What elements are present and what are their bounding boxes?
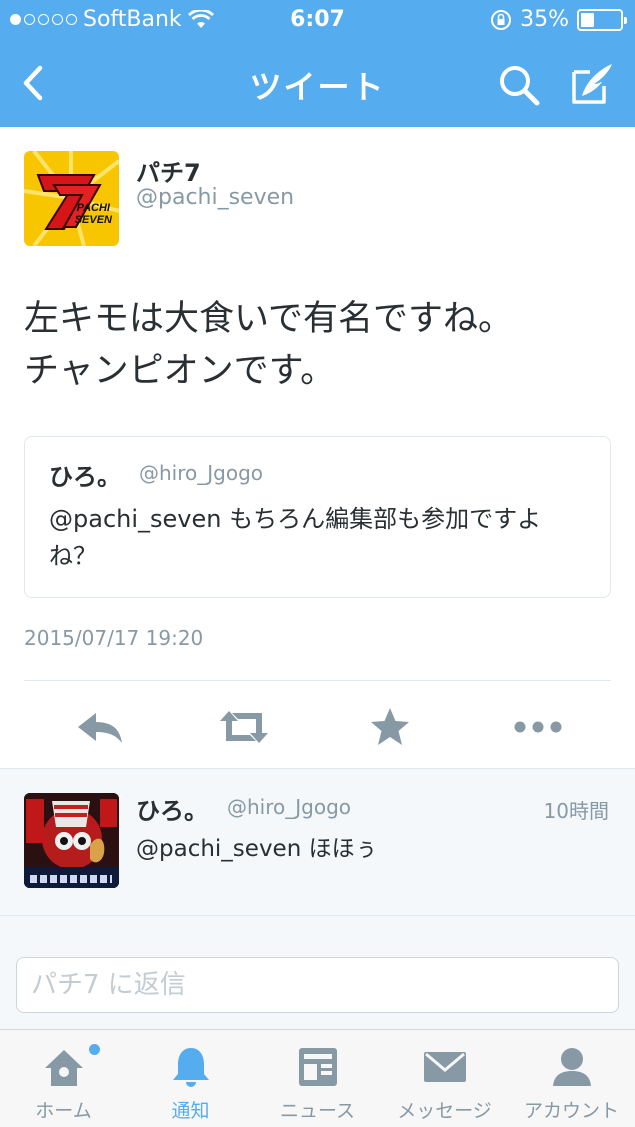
rotation-lock-icon [491,9,512,30]
notification-badge [89,1044,100,1055]
reply-time: 10時間 [543,799,609,823]
tab-label: ニュース [279,1100,356,1122]
nav-bar: ツイート [0,40,635,127]
tweet-text: 左キモは大食いで有名ですね。 チャンピオンです。 [24,293,614,397]
tab-news[interactable]: ニュース [254,1030,381,1127]
top-bar: SoftBank 6:07 35% ツイート [0,0,635,127]
list-item[interactable]: ひろ。 @hiro_Jgogo 10時間 @pachi_seven ほほぅ [0,769,635,915]
reply-input[interactable]: パチ7 に返信 [16,957,619,1013]
juggler-avatar-icon [24,793,119,888]
tab-home[interactable]: ホーム [0,1030,127,1127]
tweet-actions [0,691,635,767]
quoted-tweet[interactable]: ひろ。 @hiro_Jgogo @pachi_seven もちろん編集部も参加で… [24,436,611,598]
reply-list: ひろ。 @hiro_Jgogo 10時間 @pachi_seven ほほぅ [0,768,635,943]
tab-label: ホーム [35,1100,92,1122]
avatar[interactable] [24,793,119,888]
quoted-user-handle: @hiro_Jgogo [139,461,264,485]
reply-icon[interactable] [72,705,128,749]
divider [24,680,611,681]
battery-percent: 35% [520,7,569,32]
tweet-text-line: 左キモは大食いで有名ですね。 [24,299,513,339]
tweet-timestamp: 2015/07/17 19:20 [24,626,204,650]
news-icon [299,1048,337,1086]
tab-bar: ホーム 通知 ニュース メッセージ アカウント [0,1029,635,1127]
status-right: 35% [490,7,627,32]
tab-label: メッセージ [397,1100,492,1122]
tweet-text-line: チャンピオンです。 [24,351,336,391]
reply-user-name[interactable]: ひろ。 [136,791,208,826]
tab-messages[interactable]: メッセージ [381,1030,508,1127]
quoted-tweet-text: @pachi_seven もちろん編集部も参加ですよね？ [49,505,542,570]
svg-text:SEVEN: SEVEN [75,214,113,226]
user-handle[interactable]: @pachi_seven [136,185,294,210]
tab-label: アカウント [523,1100,619,1122]
user-name[interactable]: パチ7 [136,153,201,188]
home-icon [45,1050,83,1086]
avatar[interactable]: PACHI SEVEN [24,151,119,246]
quoted-user-name: ひろ。 [49,463,121,491]
divider [0,915,635,916]
reply-text: @pachi_seven ほほぅ [136,836,378,862]
retweet-icon[interactable] [216,705,272,749]
tab-account[interactable]: アカウント [508,1030,635,1127]
tab-notifications[interactable]: 通知 [127,1030,254,1127]
battery-icon [577,8,627,31]
search-icon[interactable] [496,62,542,108]
tab-label: 通知 [171,1100,210,1122]
person-icon [553,1048,591,1086]
compose-icon[interactable] [568,60,618,108]
bell-icon [173,1048,209,1087]
pachi-seven-logo-icon: PACHI SEVEN [24,151,119,246]
more-icon[interactable] [510,705,566,749]
reply-user-handle[interactable]: @hiro_Jgogo [227,795,351,819]
favorite-icon[interactable] [362,705,418,749]
envelope-icon [424,1052,466,1082]
reply-composer: パチ7 に返信 [0,942,635,1029]
svg-text:PACHI: PACHI [77,202,111,214]
status-bar: SoftBank 6:07 35% [0,0,635,40]
